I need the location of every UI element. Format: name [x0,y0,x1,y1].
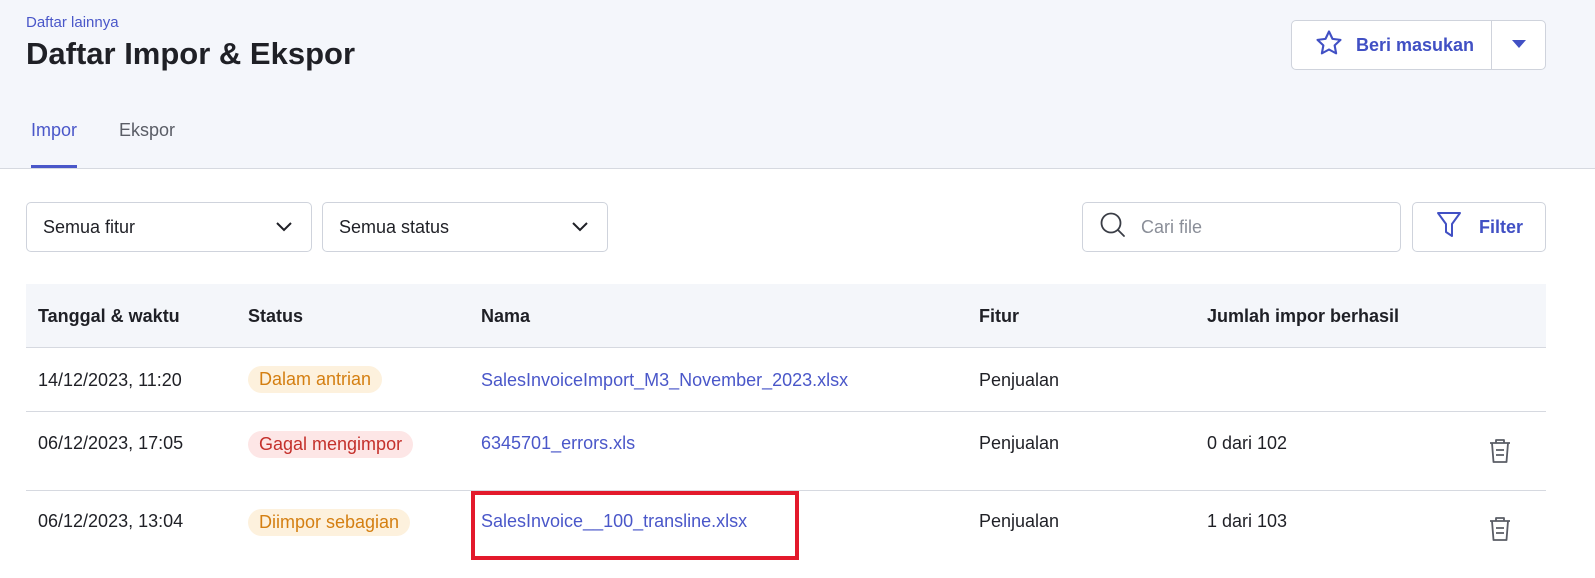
feedback-dropdown-button[interactable] [1492,21,1545,69]
page-title: Daftar Impor & Ekspor [26,36,356,71]
highlight-box [471,491,799,560]
status-badge: Diimpor sebagian [248,509,411,536]
column-header-datetime: Tanggal & waktu [38,306,180,326]
star-icon [1314,28,1344,63]
row-success-count: 1 dari 103 [1207,511,1288,531]
feature-select[interactable]: Semua fitur [26,202,312,252]
search-box [1082,202,1401,252]
row-success-count: 0 dari 102 [1207,433,1288,453]
row-feature: Penjualan [979,511,1060,531]
status-badge: Gagal mengimpor [248,431,414,458]
feedback-button[interactable]: Beri masukan [1292,21,1492,69]
filter-button[interactable]: Filter [1412,202,1546,252]
search-icon [1099,211,1127,244]
funnel-icon [1435,210,1463,245]
breadcrumb[interactable]: Daftar lainnya [26,14,119,31]
table-row: 14/12/2023, 11:20 Dalam antrian SalesInv… [26,348,1546,412]
filter-label: Filter [1478,216,1523,237]
column-header-feature: Fitur [979,306,1019,326]
table-header: Tanggal & waktu Status Nama Fitur Jumlah… [26,284,1546,348]
tab-impor[interactable]: Impor [31,120,78,168]
caret-down-icon [1511,36,1527,54]
row-datetime: 06/12/2023, 13:04 [38,511,184,531]
file-link[interactable]: 6345701_errors.xls [481,433,635,454]
row-feature: Penjualan [979,370,1060,390]
column-header-name: Nama [481,306,531,326]
file-link[interactable]: SalesInvoiceImport_M3_November_2023.xlsx [481,370,848,391]
status-select[interactable]: Semua status [322,202,608,252]
row-feature: Penjualan [979,433,1060,453]
status-badge: Dalam antrian [248,366,383,393]
feature-select-value: Semua fitur [43,216,136,237]
status-select-value: Semua status [339,216,450,237]
search-input[interactable] [1141,216,1381,238]
tab-ekspor[interactable]: Ekspor [119,120,175,167]
tab-bar: Impor Ekspor [31,120,217,168]
chevron-down-icon [275,217,293,238]
trash-icon[interactable] [1487,437,1513,470]
feedback-button-group: Beri masukan [1291,20,1546,70]
row-datetime: 14/12/2023, 11:20 [38,370,182,390]
chevron-down-icon [571,217,589,238]
feedback-label: Beri masukan [1356,34,1475,55]
trash-icon[interactable] [1487,515,1513,548]
column-header-status: Status [248,306,304,326]
column-header-success-count: Jumlah impor berhasil [1207,306,1400,326]
table-row: 06/12/2023, 17:05 Gagal mengimpor 634570… [26,412,1546,491]
row-datetime: 06/12/2023, 17:05 [38,433,184,453]
page-header: Daftar lainnya Daftar Impor & Ekspor Ber… [0,0,1595,169]
